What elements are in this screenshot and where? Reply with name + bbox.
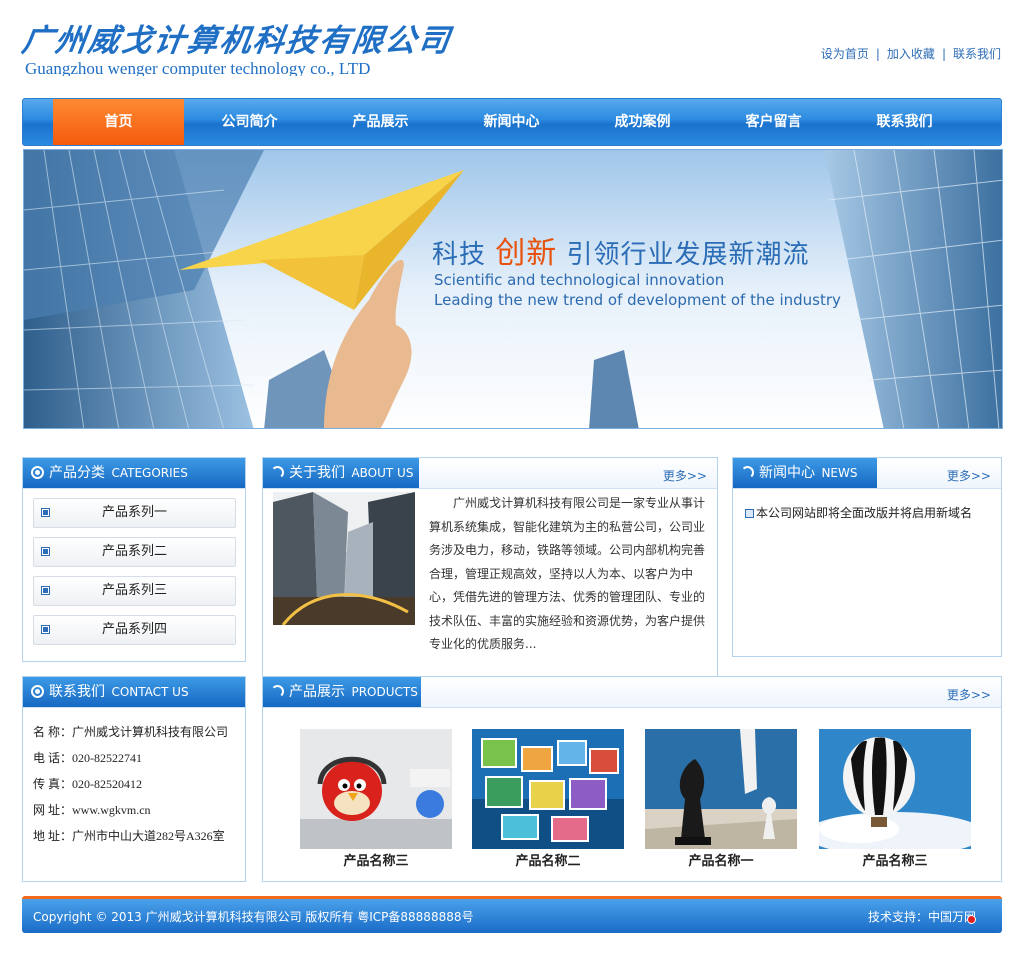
photo-screens-image xyxy=(472,729,624,849)
about-title-cn: 关于我们 xyxy=(289,465,345,481)
categories-title-en: CATEGORIES xyxy=(111,466,188,480)
about-title-en: ABOUT US xyxy=(351,466,414,480)
site-logo[interactable]: 广州威戈计算机科技有限公司 Guangzhou wenger computer … xyxy=(19,22,454,78)
news-title-en: NEWS xyxy=(821,466,858,480)
link-separator: | xyxy=(941,47,946,61)
refresh-icon xyxy=(741,466,754,479)
about-description: 广州威戈计算机科技有限公司是一家专业从事计算机系统集成，智能化建筑为主的私营公司… xyxy=(429,496,706,651)
category-label: 产品系列四 xyxy=(101,622,167,637)
product-name: 产品名称三 xyxy=(343,853,409,868)
set-homepage-link[interactable]: 设为首页 xyxy=(821,47,869,61)
banner-title-highlight: 创新 xyxy=(495,236,558,271)
product-card[interactable]: 产品名称三 xyxy=(819,729,971,869)
logo-chinese-name: 广州威戈计算机科技有限公司 xyxy=(19,23,454,59)
about-building-image xyxy=(273,492,415,625)
news-more-link[interactable]: 更多>> xyxy=(947,467,991,484)
product-name: 产品名称一 xyxy=(688,853,754,868)
category-label: 产品系列三 xyxy=(101,583,167,598)
news-item[interactable]: 本公司网站即将全面改版并将启用新域名 xyxy=(745,504,972,521)
add-favorite-link[interactable]: 加入收藏 xyxy=(887,47,935,61)
nav-item-news[interactable]: 新闻中心 xyxy=(446,99,577,145)
news-item-title: 本公司网站即将全面改版并将启用新域名 xyxy=(756,506,973,520)
category-label: 产品系列二 xyxy=(101,544,167,559)
wanwang-logo-icon xyxy=(967,915,976,924)
hero-banner: 科技 创新 引领行业发展新潮流 Scientific and technolog… xyxy=(23,149,1003,429)
contact-phone: 电 话：020-82522741 xyxy=(33,751,142,765)
product-name: 产品名称三 xyxy=(862,853,928,868)
about-title: 关于我们 ABOUT US xyxy=(263,458,419,488)
about-more-link[interactable]: 更多>> xyxy=(663,467,707,484)
category-label: 产品系列一 xyxy=(101,505,167,520)
circle-icon xyxy=(31,466,44,479)
banner-title: 科技 创新 引领行业发展新潮流 xyxy=(432,228,810,272)
footer-support[interactable]: 技术支持：中国万网 xyxy=(868,908,976,925)
main-nav: 首页 公司简介 产品展示 新闻中心 成功案例 客户留言 联系我们 xyxy=(22,98,1002,146)
square-bullet-icon xyxy=(41,508,50,517)
products-title-en: PRODUCTS xyxy=(351,685,418,699)
footer-copyright: Copyright © 2013 广州威戈计算机科技有限公司 版权所有 粤ICP… xyxy=(33,910,474,924)
contact-panel: 联系我们 CONTACT US 名 称：广州威戈计算机科技有限公司 电 话：02… xyxy=(22,676,246,882)
contact-fax: 传 真：020-82520412 xyxy=(33,777,142,791)
refresh-icon xyxy=(271,466,284,479)
contact-us-link[interactable]: 联系我们 xyxy=(953,47,1001,61)
categories-title: 产品分类 CATEGORIES xyxy=(23,458,245,488)
site-footer: Copyright © 2013 广州威戈计算机科技有限公司 版权所有 粤ICP… xyxy=(22,896,1002,933)
logo-english-name: Guangzhou wenger computer technology co.… xyxy=(25,60,371,76)
category-item-4[interactable]: 产品系列四 xyxy=(33,615,236,645)
nav-item-contact[interactable]: 联系我们 xyxy=(839,99,970,145)
hot-air-balloon-image xyxy=(819,729,971,849)
refresh-icon xyxy=(271,685,284,698)
nav-item-about[interactable]: 公司简介 xyxy=(184,99,315,145)
nav-item-home[interactable]: 首页 xyxy=(53,99,184,145)
square-bullet-icon xyxy=(41,625,50,634)
contact-title-en: CONTACT US xyxy=(111,685,189,699)
categories-panel: 产品分类 CATEGORIES 产品系列一 产品系列二 产品系列三 产品系列四 xyxy=(22,457,246,662)
products-title: 产品展示 PRODUCTS xyxy=(263,677,421,707)
contact-title: 联系我们 CONTACT US xyxy=(23,677,245,707)
categories-title-cn: 产品分类 xyxy=(49,465,105,481)
square-bullet-icon xyxy=(41,586,50,595)
banner-title-part-a: 科技 xyxy=(432,240,487,270)
banner-title-part-b: 引领行业发展新潮流 xyxy=(566,240,810,270)
banner-subtitle-2: Leading the new trend of development of … xyxy=(434,291,841,309)
product-card[interactable]: 产品名称一 xyxy=(645,729,797,869)
product-card[interactable]: 产品名称三 xyxy=(300,729,452,869)
about-panel: 关于我们 ABOUT US 更多>> 广州威戈计算机科技有限公司是一家专业从事计… xyxy=(262,457,718,677)
contact-company: 名 称：广州威戈计算机科技有限公司 xyxy=(33,725,229,739)
product-name: 产品名称二 xyxy=(515,853,581,868)
news-title-cn: 新闻中心 xyxy=(759,465,815,481)
chess-pieces-image xyxy=(645,729,797,849)
contact-address: 地 址：广州市中山大道282号A326室 xyxy=(33,829,225,843)
square-bullet-icon xyxy=(41,547,50,556)
news-title: 新闻中心 NEWS xyxy=(733,458,877,488)
product-card[interactable]: 产品名称二 xyxy=(472,729,624,869)
products-more-link[interactable]: 更多>> xyxy=(947,686,991,703)
angry-bird-headphones-image xyxy=(300,729,452,849)
category-item-2[interactable]: 产品系列二 xyxy=(33,537,236,567)
nav-item-products[interactable]: 产品展示 xyxy=(315,99,446,145)
news-bullet-icon xyxy=(745,509,754,518)
contact-website: 网 址：www.wgkvm.cn xyxy=(33,803,151,817)
products-title-cn: 产品展示 xyxy=(289,684,345,700)
top-links: 设为首页 | 加入收藏 | 联系我们 xyxy=(821,45,1001,62)
products-panel: 产品展示 PRODUCTS 更多>> 产品名称三 产品名称二 产品名称一 产品名… xyxy=(262,676,1002,882)
banner-artwork xyxy=(24,150,1002,428)
category-item-1[interactable]: 产品系列一 xyxy=(33,498,236,528)
circle-icon xyxy=(31,685,44,698)
category-item-3[interactable]: 产品系列三 xyxy=(33,576,236,606)
news-panel: 新闻中心 NEWS 更多>> 本公司网站即将全面改版并将启用新域名 xyxy=(732,457,1002,657)
nav-item-guestbook[interactable]: 客户留言 xyxy=(708,99,839,145)
contact-title-cn: 联系我们 xyxy=(49,684,105,700)
link-separator: | xyxy=(875,47,880,61)
nav-item-cases[interactable]: 成功案例 xyxy=(577,99,708,145)
building-photo xyxy=(273,492,415,625)
banner-subtitle-1: Scientific and technological innovation xyxy=(434,271,725,289)
